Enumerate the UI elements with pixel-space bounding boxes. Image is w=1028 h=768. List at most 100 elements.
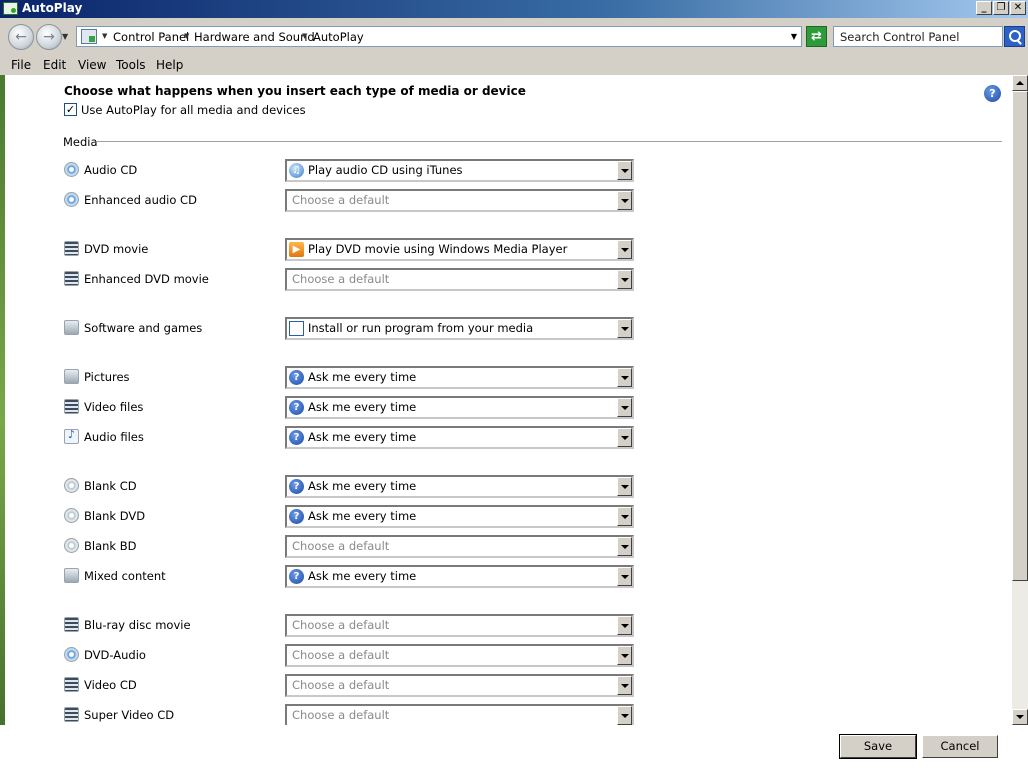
address-box[interactable]: ▼ Control Panel ▼ Hardware and Sound ▼ A… xyxy=(76,26,802,47)
address-dropdown-icon[interactable]: ▼ xyxy=(791,32,797,41)
menu-tools[interactable]: Tools xyxy=(116,58,146,72)
dropdown-arrow-button[interactable] xyxy=(617,706,632,725)
media-type-row-label: Pictures xyxy=(64,369,130,384)
window-title: AutoPlay xyxy=(22,1,83,15)
dropdown-arrow-button[interactable] xyxy=(617,646,632,665)
media-player-icon: ▶ xyxy=(289,242,304,257)
autoplay-action-dropdown[interactable]: ? Ask me every time xyxy=(285,505,634,528)
search-button[interactable] xyxy=(1004,26,1025,47)
breadcrumb-control-panel[interactable]: Control Panel xyxy=(113,30,189,44)
dialog-footer: Save Cancel xyxy=(0,725,1028,768)
dropdown-arrow-button[interactable] xyxy=(617,428,632,447)
dvd-icon xyxy=(64,707,79,722)
back-arrow-icon: ← xyxy=(15,29,27,45)
autoplay-action-dropdown[interactable]: ? Ask me every time xyxy=(285,426,634,449)
minimize-button[interactable]: _ xyxy=(976,1,992,15)
autoplay-action-dropdown[interactable]: Choose a default xyxy=(285,535,634,558)
media-type-row-label: Blu-ray disc movie xyxy=(64,617,191,632)
question-icon: ? xyxy=(289,370,304,385)
autoplay-action-dropdown[interactable]: ? Ask me every time xyxy=(285,475,634,498)
dropdown-arrow-button[interactable] xyxy=(617,319,632,338)
dropdown-arrow-button[interactable] xyxy=(617,368,632,387)
media-type-label: Enhanced DVD movie xyxy=(84,272,209,286)
dropdown-arrow-button[interactable] xyxy=(617,240,632,259)
menu-help[interactable]: Help xyxy=(156,58,183,72)
autoplay-action-dropdown[interactable]: ? Ask me every time xyxy=(285,366,634,389)
autoplay-action-dropdown[interactable]: Choose a default xyxy=(285,704,634,727)
refresh-button[interactable]: ⇄ xyxy=(806,26,827,47)
media-type-label: Video CD xyxy=(84,678,137,692)
breadcrumb-hardware-and-sound[interactable]: Hardware and Sound xyxy=(194,30,315,44)
dropdown-arrow-button[interactable] xyxy=(617,567,632,586)
cd-icon xyxy=(64,192,79,207)
forward-button[interactable]: → xyxy=(36,24,62,50)
software-icon xyxy=(64,320,79,335)
search-input[interactable]: Search Control Panel xyxy=(833,26,1003,47)
dropdown-selected-value: Ask me every time xyxy=(308,479,417,493)
autoplay-settings-panel: Choose what happens when you insert each… xyxy=(5,75,1012,730)
autoplay-action-dropdown[interactable]: ? Ask me every time xyxy=(285,396,634,419)
autoplay-action-dropdown[interactable]: ? Ask me every time xyxy=(285,565,634,588)
dropdown-selected-value: Ask me every time xyxy=(308,370,417,384)
menu-edit[interactable]: Edit xyxy=(43,58,66,72)
media-type-label: Super Video CD xyxy=(84,708,175,722)
back-button[interactable]: ← xyxy=(8,24,34,50)
media-type-row-label: Enhanced DVD movie xyxy=(64,271,209,286)
autoplay-action-dropdown[interactable]: ♫ Play audio CD using iTunes xyxy=(285,159,634,182)
dropdown-selected-value: Ask me every time xyxy=(308,569,417,583)
recent-pages-dropdown[interactable]: ▼ xyxy=(62,32,68,41)
use-autoplay-checkbox[interactable]: ✓ xyxy=(64,103,77,116)
dropdown-arrow-button[interactable] xyxy=(617,676,632,695)
vertical-scrollbar[interactable] xyxy=(1012,75,1028,725)
scroll-down-button[interactable] xyxy=(1012,709,1028,725)
cancel-button[interactable]: Cancel xyxy=(922,735,998,758)
scroll-up-button[interactable] xyxy=(1012,75,1028,91)
dropdown-arrow-button[interactable] xyxy=(617,477,632,496)
media-type-row-label: Mixed content xyxy=(64,568,166,583)
autoplay-action-dropdown[interactable]: Choose a default xyxy=(285,614,634,637)
chevron-down-icon[interactable]: ▼ xyxy=(302,32,307,40)
autoplay-action-dropdown[interactable]: Choose a default xyxy=(285,644,634,667)
media-type-row-label: Blank CD xyxy=(64,478,137,493)
cd-icon xyxy=(64,162,79,177)
autoplay-action-dropdown[interactable]: ▶ Play DVD movie using Windows Media Play… xyxy=(285,238,634,261)
breadcrumb-autoplay[interactable]: AutoPlay xyxy=(313,30,364,44)
autoplay-action-dropdown[interactable]: Choose a default xyxy=(285,674,634,697)
scroll-thumb[interactable] xyxy=(1012,91,1028,581)
use-autoplay-label[interactable]: Use AutoPlay for all media and devices xyxy=(81,103,306,117)
dropdown-arrow-button[interactable] xyxy=(617,398,632,417)
help-icon[interactable]: ? xyxy=(984,85,1001,102)
media-type-row-label: DVD movie xyxy=(64,241,148,256)
dropdown-arrow-button[interactable] xyxy=(617,270,632,289)
dvd-icon xyxy=(64,677,79,692)
chevron-down-icon[interactable]: ▼ xyxy=(102,32,107,40)
dropdown-selected-value: Choose a default xyxy=(292,539,390,553)
dropdown-arrow-button[interactable] xyxy=(617,616,632,635)
save-button[interactable]: Save xyxy=(839,734,917,759)
media-type-label: Mixed content xyxy=(84,569,166,583)
autoplay-action-dropdown[interactable]: Choose a default xyxy=(285,268,634,291)
maximize-button[interactable]: ❐ xyxy=(993,1,1009,15)
page-heading: Choose what happens when you insert each… xyxy=(64,84,526,98)
menu-file[interactable]: File xyxy=(11,58,31,72)
dropdown-arrow-button[interactable] xyxy=(617,161,632,180)
control-panel-icon xyxy=(81,29,97,44)
close-button[interactable]: ✕ xyxy=(1010,1,1026,15)
media-type-row-label: Super Video CD xyxy=(64,707,174,722)
media-type-label: Software and games xyxy=(84,321,203,335)
autoplay-action-dropdown[interactable]: Install or run program from your media xyxy=(285,317,634,340)
dropdown-arrow-button[interactable] xyxy=(617,507,632,526)
dropdown-selected-value: Ask me every time xyxy=(308,430,417,444)
media-type-row-label: Audio CD xyxy=(64,162,137,177)
dropdown-arrow-button[interactable] xyxy=(617,191,632,210)
dropdown-arrow-button[interactable] xyxy=(617,537,632,556)
chevron-down-icon[interactable]: ▼ xyxy=(184,32,189,40)
menu-view[interactable]: View xyxy=(78,58,106,72)
autoplay-action-dropdown[interactable]: Choose a default xyxy=(285,189,634,212)
media-type-label: DVD movie xyxy=(84,242,149,256)
refresh-icon: ⇄ xyxy=(811,29,822,44)
media-type-row-label: Video CD xyxy=(64,677,137,692)
question-icon: ? xyxy=(289,479,304,494)
forward-arrow-icon: → xyxy=(43,29,55,45)
dvd-icon xyxy=(64,241,79,256)
